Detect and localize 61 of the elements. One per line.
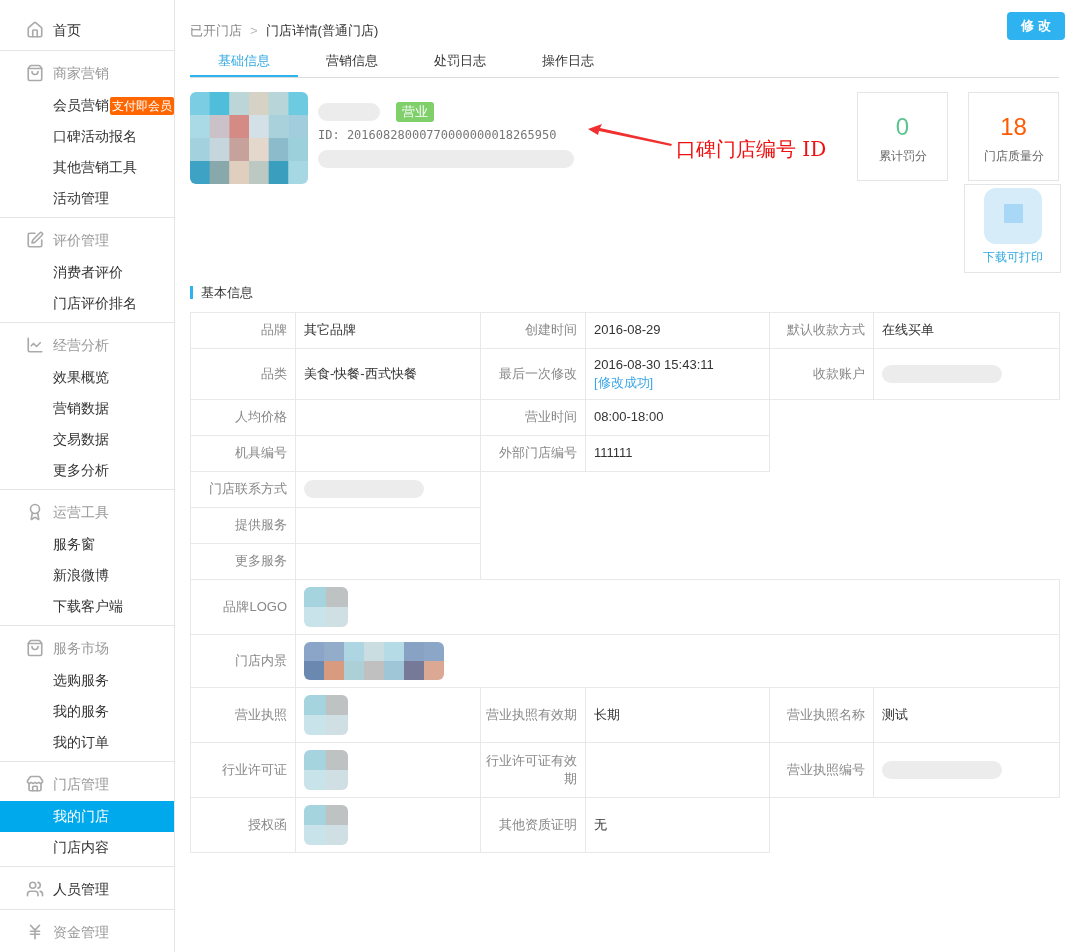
nav-item[interactable]: 选购服务 — [0, 665, 174, 696]
field-value: 在线买单 — [882, 321, 934, 339]
nav-item[interactable]: 活动管理 — [0, 183, 174, 214]
nav-item[interactable]: 新浪微博 — [0, 560, 174, 591]
field-label: 品牌 — [190, 311, 296, 349]
breadcrumb-separator: > — [250, 22, 258, 40]
store-id: ID: 20160828000770000000018265950 — [318, 126, 558, 144]
nav-item[interactable]: 我的服务 — [0, 696, 174, 727]
status-badge: 营业 — [396, 102, 434, 122]
score-label: 门店质量分 — [983, 148, 1044, 165]
qr-code-icon — [983, 188, 1042, 244]
home-icon — [26, 21, 44, 39]
nav-link[interactable]: 首页 — [53, 19, 81, 41]
nav-item[interactable]: 效果概览 — [0, 362, 174, 393]
nav-item[interactable]: 其他营销工具 — [0, 152, 174, 183]
nav-link[interactable]: 人员管理 — [53, 878, 109, 900]
tab[interactable]: 操作日志 — [514, 50, 622, 75]
group-title: 经营分析 — [53, 335, 109, 355]
store-icon — [26, 775, 44, 793]
field-value: 美食-快餐-西式快餐 — [304, 364, 417, 383]
nav-item[interactable]: 门店评价排名 — [0, 288, 174, 319]
score-label: 累计罚分 — [878, 148, 927, 165]
breadcrumb-link[interactable]: 已开门店 — [190, 21, 242, 41]
nav-item[interactable]: 下载客户端 — [0, 591, 174, 622]
nav-item[interactable]: 消费者评价 — [0, 257, 174, 288]
nav-item[interactable]: 服务窗 — [0, 529, 174, 560]
edit-icon — [26, 231, 44, 249]
score-value: 0 — [895, 113, 910, 141]
field-value: 2016-08-30 15:43:11 [修改成功] — [594, 355, 715, 392]
nav-item[interactable]: 我的订单 — [0, 727, 174, 758]
nav-item[interactable]: 交易数据 — [0, 424, 174, 455]
field-value: 111111 — [594, 444, 633, 462]
bag-icon — [26, 64, 44, 82]
annotation-label: 口碑门店编号 ID — [676, 136, 827, 163]
nav-item[interactable]: 营销数据 — [0, 393, 174, 424]
group-title: 服务市场 — [53, 638, 109, 658]
group-title: 门店管理 — [53, 774, 109, 794]
field-value: 08:00-18:00 — [594, 408, 664, 426]
field-value: 测试 — [882, 705, 908, 724]
field-value: 其它品牌 — [304, 321, 356, 339]
tab[interactable]: 处罚日志 — [406, 50, 514, 75]
field-value: 无 — [594, 815, 607, 834]
chart-icon — [26, 336, 44, 354]
breadcrumb-current: 门店详情(普通门店) — [265, 22, 379, 40]
nav-item[interactable]: 会员营销 支付即会员 — [0, 90, 174, 121]
tab[interactable]: 营销信息 — [298, 50, 406, 75]
group-title: 评价管理 — [53, 230, 109, 250]
group-title: 资金管理 — [53, 922, 109, 942]
field-value: 2016-08-29 — [594, 321, 661, 339]
section-title: 基本信息 — [201, 284, 253, 302]
field-label: 授权函 — [190, 796, 296, 853]
nav-item[interactable]: 口碑活动报名 — [0, 121, 174, 152]
nav-item[interactable]: 更多分析 — [0, 455, 174, 486]
group-title: 商家营销 — [53, 63, 109, 83]
people-icon — [26, 880, 44, 898]
nav-item[interactable]: 门店内容 — [0, 832, 174, 863]
field-value: 长期 — [594, 705, 620, 724]
group-title: 运营工具 — [53, 502, 109, 522]
score-value: 18 — [1000, 113, 1027, 141]
bag-icon — [26, 639, 44, 657]
promo-badge: 支付即会员 — [110, 96, 174, 115]
